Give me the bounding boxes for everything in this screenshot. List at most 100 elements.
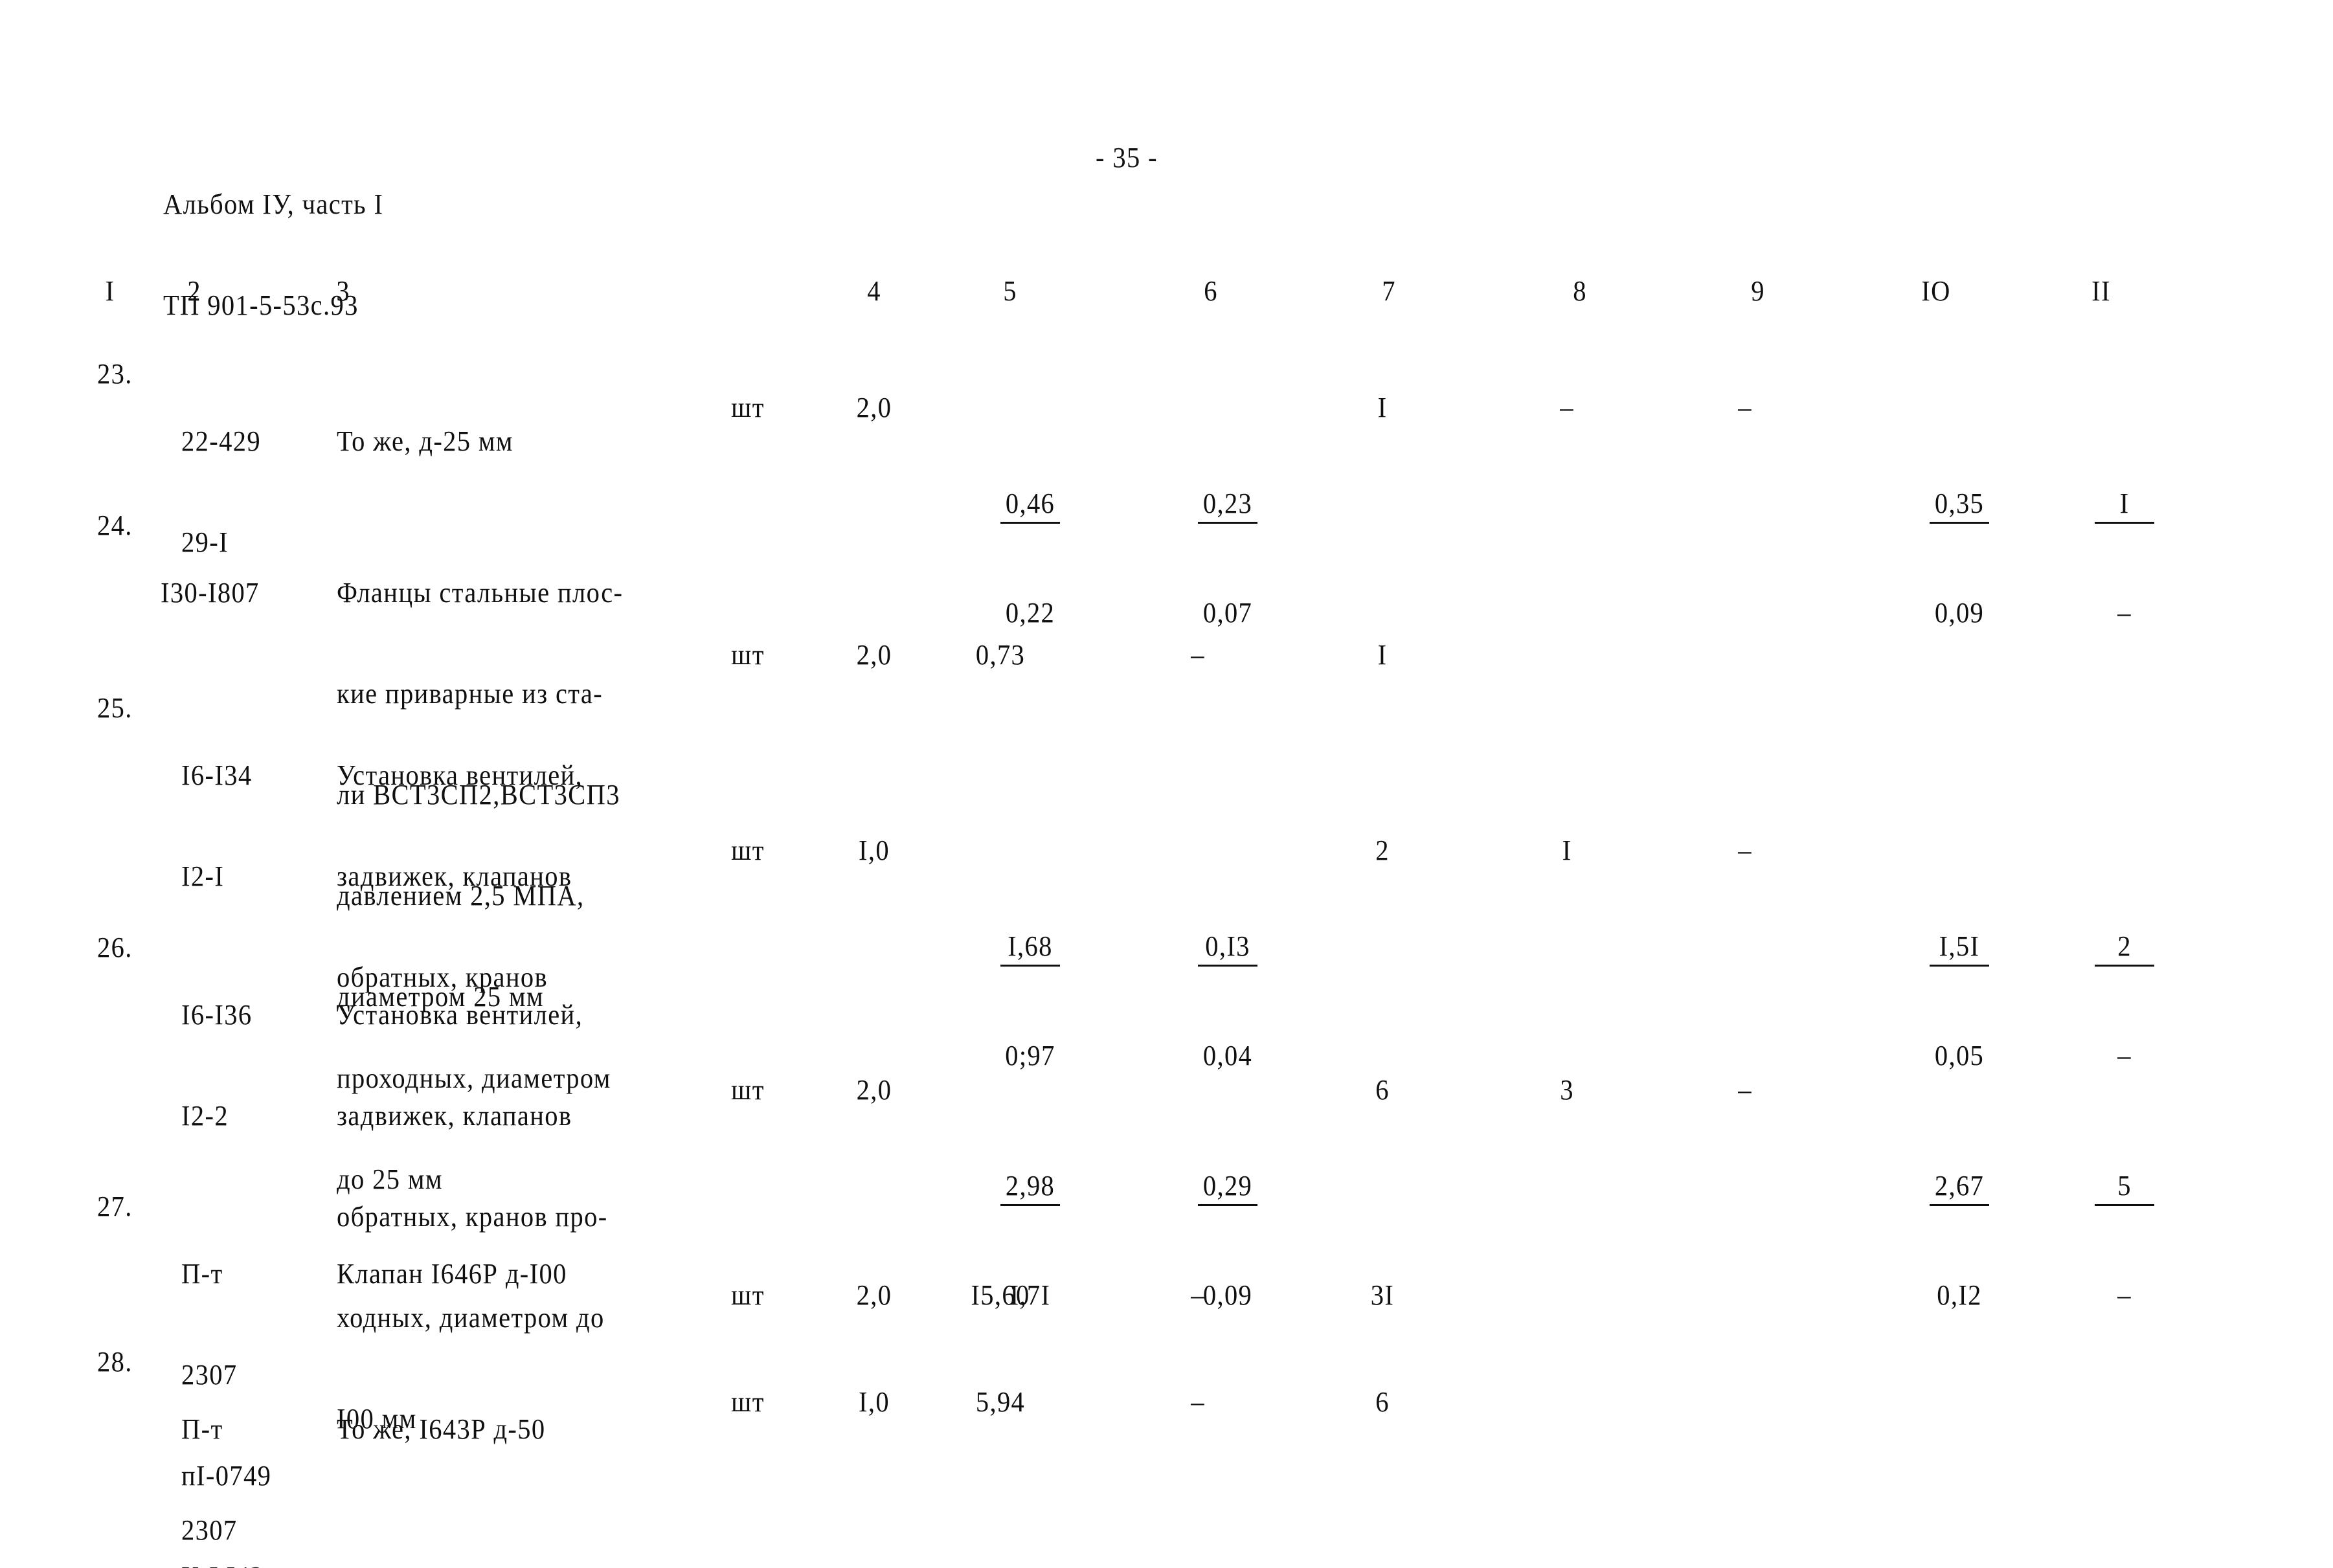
row-col9: – <box>1738 1074 1752 1106</box>
row-col10: 0,35 0,09 <box>1885 386 1989 731</box>
row-col4: 2,0 <box>856 1279 892 1311</box>
row-number: 28. <box>97 1346 133 1378</box>
fraction: 2,67 0,I2 <box>1930 1102 1989 1380</box>
row-unit: шт <box>731 1074 765 1106</box>
description-line: То же, д-25 мм <box>337 425 513 457</box>
column-header-9: 9 <box>1751 275 1765 307</box>
row-description: То же, д-25 мм <box>337 357 513 526</box>
row-col4: 2,0 <box>856 392 892 423</box>
row-col5: 0,73 <box>975 639 1026 671</box>
row-code: I30-I807 <box>161 509 260 677</box>
row-col11: I – <box>2050 386 2154 731</box>
column-header-3: 3 <box>336 275 350 307</box>
column-header-11: II <box>2091 275 2111 307</box>
description-line: задвижек, клапанов <box>337 860 572 892</box>
row-col7: 6 <box>1375 1074 1390 1106</box>
fraction: 5 – <box>2095 1102 2154 1380</box>
row-col6: – <box>1191 1386 1205 1418</box>
code-line: I30-I807 <box>161 577 260 609</box>
fraction-numerator: 0,35 <box>1930 487 1989 524</box>
description-line: Клапан I646Р д-I00 <box>337 1258 567 1290</box>
description-line: Установка вентилей, <box>337 999 583 1031</box>
row-col9: – <box>1738 834 1752 866</box>
row-description: То же, I643Р д-50 <box>337 1345 546 1514</box>
document-page: Альбом IУ, часть I ТП 901-5-53с.93 - 35 … <box>0 0 2333 1568</box>
row-col5: 5,94 <box>975 1386 1026 1418</box>
column-header-2: 2 <box>187 275 201 307</box>
row-col5: I5,60 <box>971 1279 1030 1311</box>
fraction-denominator: 0,09 <box>1934 597 1985 629</box>
row-unit: шт <box>731 1279 765 1311</box>
row-code: П-т 2307 пI-075 К-I,I42 <box>181 1345 264 1568</box>
row-number: 23. <box>97 358 133 390</box>
row-unit: шт <box>731 834 765 866</box>
fraction-numerator: 5 <box>2095 1169 2154 1206</box>
row-col4: I,0 <box>859 1386 890 1418</box>
row-unit: шт <box>731 639 765 671</box>
column-header-1: I <box>105 275 115 307</box>
fraction: I – <box>2095 420 2154 697</box>
row-col4: 2,0 <box>856 639 892 671</box>
row-col7: 2 <box>1375 834 1390 866</box>
fraction-denominator: – <box>2117 597 2132 629</box>
description-line: Фланцы стальные плос- <box>337 577 624 609</box>
description-line: Установка вентилей, <box>337 759 583 791</box>
fraction-numerator: 0,I3 <box>1198 930 1257 967</box>
fraction-denominator: – <box>2117 1279 2132 1311</box>
row-code: I6-I34 I2-I <box>181 691 252 961</box>
row-col5: 2,98 I,7I <box>956 1068 1060 1413</box>
row-col8: 3 <box>1560 1074 1574 1106</box>
fraction-denominator: 0,04 <box>1202 1040 1253 1071</box>
fraction-numerator: 2,67 <box>1930 1169 1989 1206</box>
row-unit: шт <box>731 1386 765 1418</box>
fraction-numerator: 2 <box>2095 930 2154 967</box>
fraction: 0,29 0,09 <box>1198 1102 1257 1380</box>
fraction-denominator: 0,05 <box>1934 1040 1985 1071</box>
row-col11: 5 – <box>2050 1068 2154 1413</box>
code-line: I2-2 <box>181 1100 229 1132</box>
column-header-6: 6 <box>1204 275 1218 307</box>
row-unit: шт <box>731 392 765 423</box>
row-col7: I <box>1377 639 1388 671</box>
row-code: I6-I36 I2-2 <box>181 931 252 1200</box>
column-header-5: 5 <box>1003 275 1017 307</box>
fraction-numerator: 0,23 <box>1198 487 1257 524</box>
row-col4: 2,0 <box>856 1074 892 1106</box>
row-number: 26. <box>97 932 133 963</box>
document-header: Альбом IУ, часть I ТП 901-5-53с.93 <box>163 120 383 390</box>
code-line: П-т <box>181 1413 223 1445</box>
fraction-denominator: – <box>2117 1040 2132 1071</box>
row-col6: 0,29 0,09 <box>1153 1068 1257 1413</box>
code-line: I6-I36 <box>181 999 253 1031</box>
row-col6: – <box>1191 1279 1205 1311</box>
fraction-numerator: I,5I <box>1930 930 1989 967</box>
album-part-line: Альбом IУ, часть I <box>163 188 384 220</box>
fraction-denominator: 0,22 <box>1005 597 1055 629</box>
row-col8: I <box>1562 834 1572 866</box>
row-col6: 0,23 0,07 <box>1153 386 1257 731</box>
row-col4: I,0 <box>859 834 890 866</box>
fraction-numerator: 2,98 <box>1000 1169 1060 1206</box>
fraction-denominator: 0,07 <box>1202 597 1253 629</box>
column-header-7: 7 <box>1382 275 1396 307</box>
column-header-8: 8 <box>1573 275 1587 307</box>
row-number: 25. <box>97 692 133 724</box>
row-col9: – <box>1738 392 1752 423</box>
code-line: I2-I <box>181 860 225 892</box>
page-number: - 35 - <box>1096 142 1158 174</box>
row-col7: I <box>1377 392 1388 423</box>
row-number: 24. <box>97 510 133 541</box>
description-line: задвижек, клапанов <box>337 1100 572 1132</box>
fraction-numerator: I,68 <box>1000 930 1060 967</box>
row-col5: 0,46 0,22 <box>956 386 1060 731</box>
code-line: 22-429 <box>181 425 261 457</box>
fraction-numerator: I <box>2095 487 2154 524</box>
column-header-10: IO <box>1921 275 1951 307</box>
fraction-denominator: 0,I2 <box>1937 1279 1982 1311</box>
code-line: П-т <box>181 1258 223 1290</box>
row-col7: 3I <box>1370 1279 1395 1311</box>
row-col8: – <box>1560 392 1574 423</box>
row-description: Клапан I646Р д-I00 <box>337 1190 567 1358</box>
row-number: 27. <box>97 1191 133 1222</box>
row-col10: 2,67 0,I2 <box>1885 1068 1989 1413</box>
